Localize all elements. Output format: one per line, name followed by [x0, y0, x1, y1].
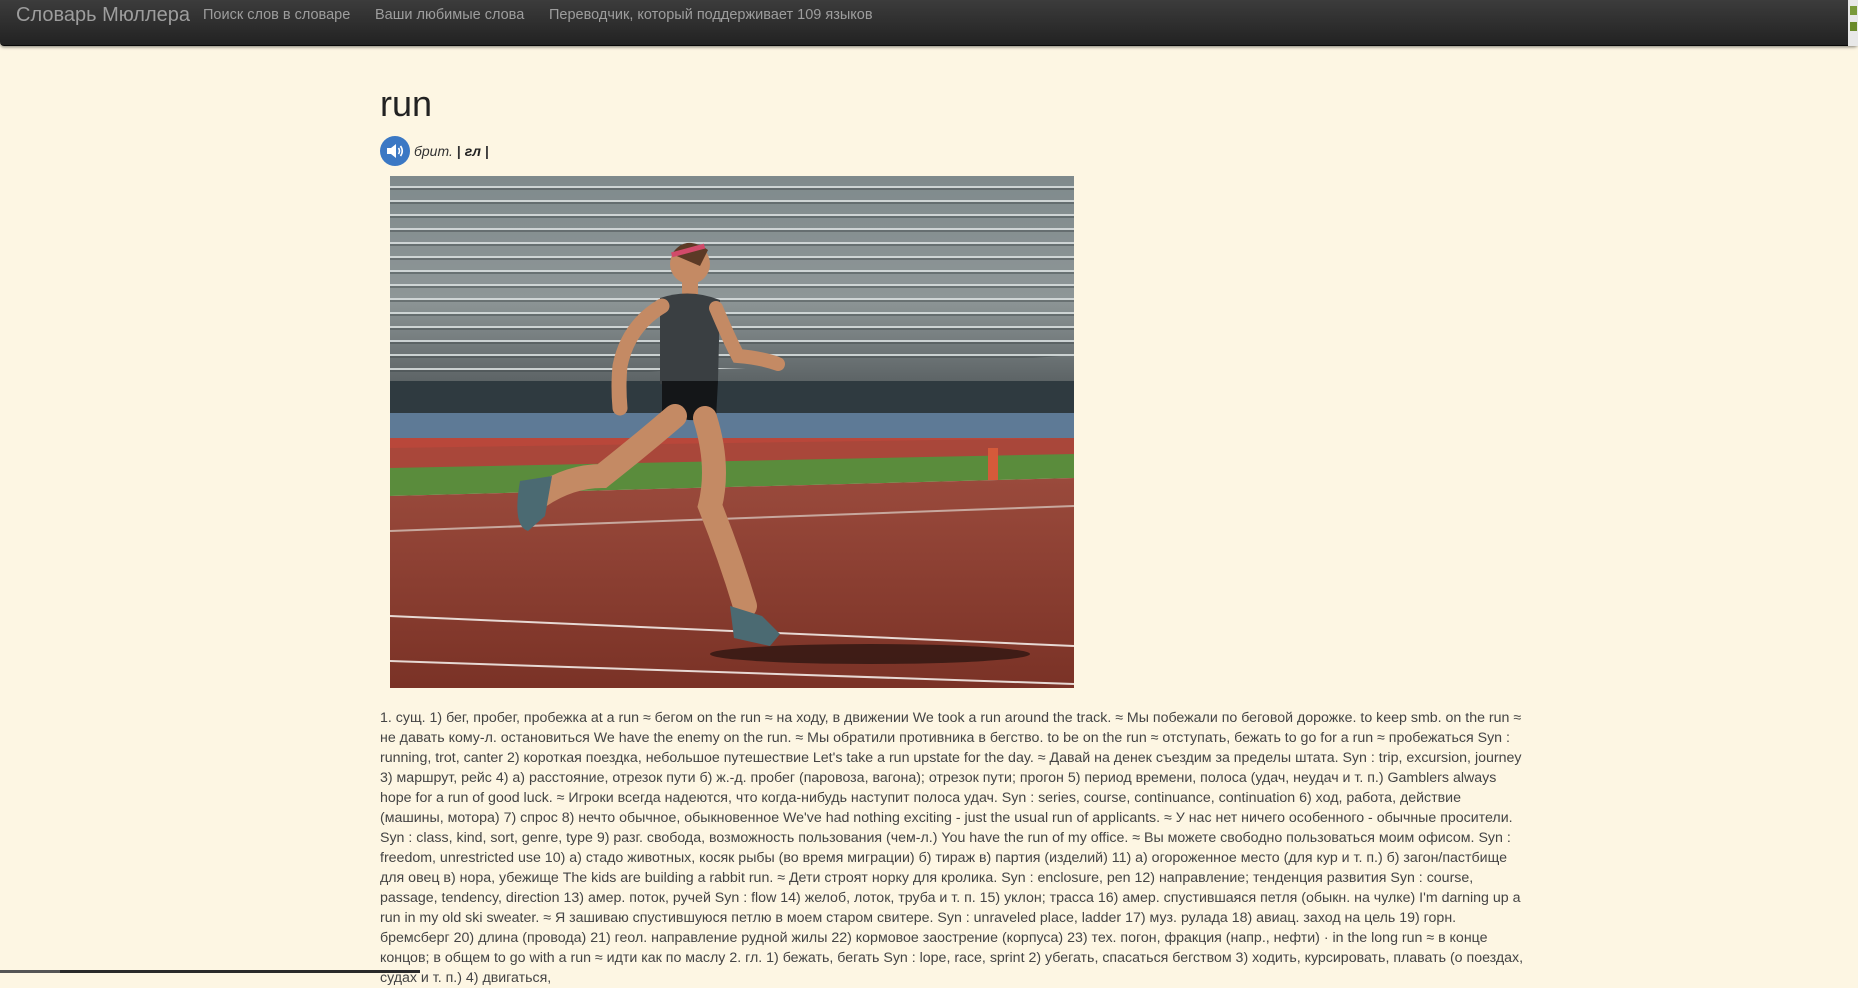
pronunciation-separator-end: |	[484, 143, 489, 159]
pronunciation-separator: |	[456, 143, 461, 159]
runner-on-track-photo	[390, 176, 1074, 688]
page-title: run	[380, 83, 433, 124]
speaker-glyph-icon	[387, 144, 404, 158]
nav-link-translator[interactable]: Переводчик, который поддерживает 109 язы…	[549, 0, 873, 30]
entry-illustration-photo	[390, 176, 1074, 688]
pronunciation-row: брит. | гл |	[380, 136, 489, 166]
definition-text: 1. сущ. 1) бег, пробег, пробежка at a ru…	[380, 710, 1524, 986]
site-brand-link[interactable]: Словарь Мюллера	[16, 0, 190, 30]
part-of-speech: гл	[464, 143, 481, 159]
speaker-icon[interactable]	[380, 136, 410, 166]
top-navbar: Словарь Мюллера Поиск слов в словаре Ваш…	[0, 0, 1858, 46]
pronunciation-label: брит.	[414, 143, 453, 159]
nav-link-favorites[interactable]: Ваши любимые слова	[375, 0, 524, 30]
corner-widget-icon[interactable]	[1848, 0, 1858, 46]
nav-link-search[interactable]: Поиск слов в словаре	[203, 0, 350, 30]
